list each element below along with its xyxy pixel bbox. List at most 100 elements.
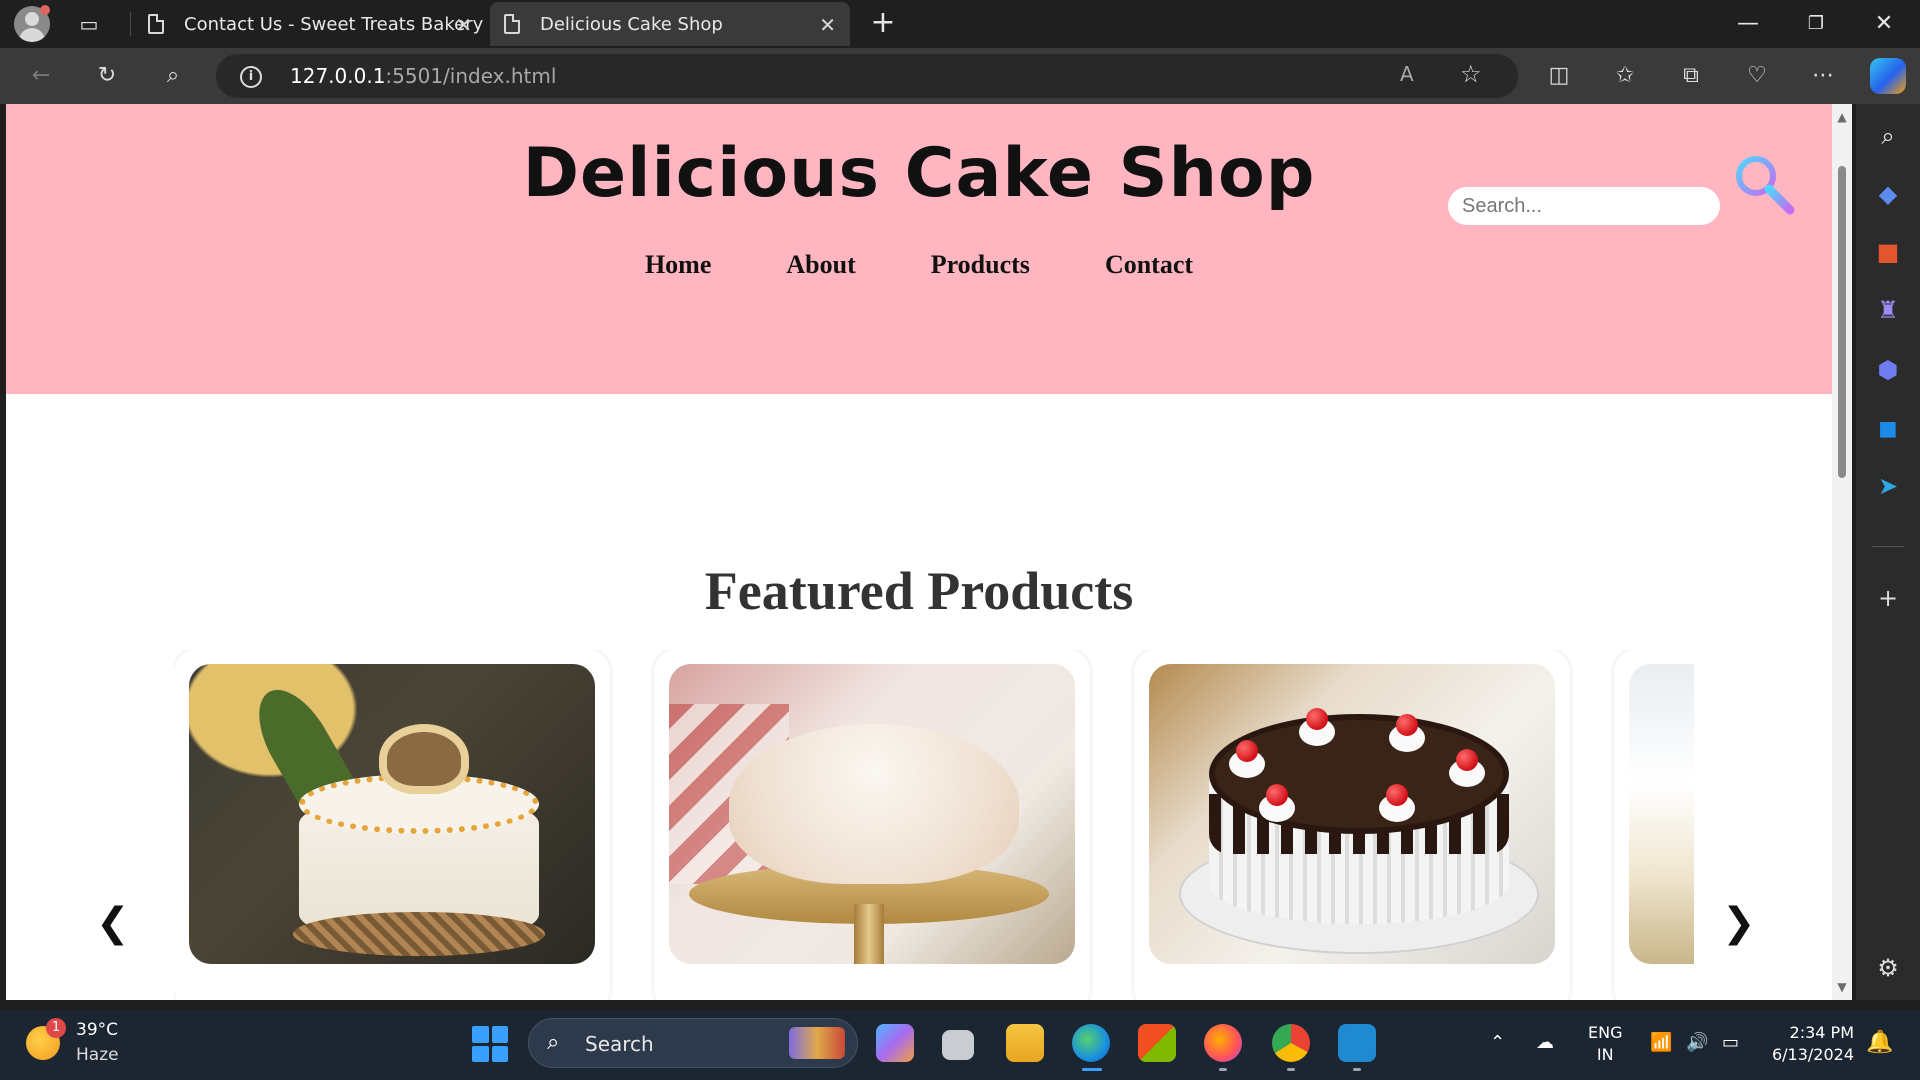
sidebar-settings-icon[interactable]: ⚙ [1874,954,1902,982]
search-magnifier-icon[interactable] [1732,152,1796,216]
nav-about[interactable]: About [786,250,855,280]
search-highlight-art-icon [789,1027,845,1059]
search-icon[interactable]: ⌕ [156,60,190,92]
product-image-coconut-cake[interactable] [669,664,1075,964]
weather-desc[interactable]: Haze [76,1045,119,1065]
search-icon: ⌕ [547,1030,560,1055]
sidebar-add-icon[interactable]: + [1874,584,1902,612]
browser-essentials-icon[interactable]: ♡ [1740,60,1774,92]
product-image-partial-cake[interactable] [1629,664,1694,964]
product-card[interactable] [654,650,1090,1000]
close-window-button[interactable]: ✕ [1864,8,1904,40]
page-icon [504,14,520,34]
clock[interactable]: 2:34 PM 6/13/2024 [1770,1022,1854,1066]
sidebar-copilot-app-icon[interactable]: ⬢ [1874,356,1902,384]
tab-separator [130,12,131,36]
edge-active-indicator [1082,1068,1102,1071]
title-bar: ▭ Contact Us - Sweet Treats Bakery ✕ Del… [0,0,1920,48]
onedrive-icon[interactable]: ☁ [1536,1032,1554,1053]
split-screen-icon[interactable]: ◫ [1542,60,1576,92]
tab-actions-icon[interactable]: ▭ [72,10,106,38]
edge-sidebar: ⌕ ◆ ■ ♜ ⬢ ◼ ➤ + ⚙ [1856,104,1920,1000]
sidebar-tools-briefcase-icon[interactable]: ■ [1874,238,1902,266]
tab-title: Contact Us - Sweet Treats Bakery [184,13,484,35]
restore-button[interactable]: ❐ [1796,8,1836,40]
taskbar-search-label: Search [585,1032,654,1056]
page-icon [148,14,164,34]
language-line1: ENG [1588,1023,1623,1042]
site-search-input[interactable] [1448,187,1720,225]
edge-app-icon[interactable] [1072,1024,1110,1062]
site-header: Delicious Cake Shop Home About Products … [6,104,1832,394]
carousel-next-button[interactable]: ❯ [1722,900,1756,946]
weather-temp[interactable]: 39°C [76,1020,118,1040]
scroll-down-icon[interactable]: ▼ [1836,980,1848,994]
firefox-icon[interactable] [1204,1024,1242,1062]
scroll-thumb[interactable] [1838,166,1846,478]
sidebar-search-icon[interactable]: ⌕ [1874,122,1902,150]
browser-toolbar: ← ↻ ⌕ i 127.0.0.1:5501/index.html A ☆ ◫ … [0,48,1920,104]
scroll-up-icon[interactable]: ▲ [1836,110,1848,124]
address-bar[interactable]: i 127.0.0.1:5501/index.html A ☆ [216,54,1518,98]
wifi-icon[interactable]: 📶 [1650,1032,1672,1053]
sidebar-games-icon[interactable]: ♜ [1874,296,1902,324]
taskbar-search[interactable]: ⌕ Search [528,1018,858,1068]
url-host: 127.0.0.1 [290,64,386,88]
tab-title: Delicious Cake Shop [540,13,723,35]
site-info-icon[interactable]: i [240,66,262,88]
clock-date: 6/13/2024 [1771,1045,1854,1064]
page-scrollbar[interactable]: ▲ ▼ [1832,104,1852,1000]
sidebar-separator [1872,546,1904,547]
clock-time: 2:34 PM [1789,1023,1854,1042]
carousel-track [174,650,1694,1000]
weather-badge: 1 [46,1018,66,1038]
read-aloud-icon[interactable]: A [1400,62,1414,86]
vscode-running-indicator [1353,1068,1361,1071]
volume-icon[interactable]: 🔊 [1686,1032,1708,1053]
start-button[interactable] [472,1026,508,1062]
tab-contact-us[interactable]: Contact Us - Sweet Treats Bakery ✕ [134,2,486,46]
profile-notification-dot [40,5,50,15]
product-carousel: ❮ ❯ [6,650,1832,1000]
product-card[interactable] [174,650,610,1000]
chrome-running-indicator [1287,1068,1295,1071]
product-image-black-forest-cake[interactable] [1149,664,1555,964]
language-indicator[interactable]: ENG IN [1588,1022,1622,1066]
page-viewport: Delicious Cake Shop Home About Products … [6,104,1832,1000]
product-card[interactable] [1134,650,1570,1000]
favorite-star-icon[interactable]: ☆ [1460,60,1482,88]
product-card[interactable] [1614,650,1694,1000]
task-view-icon[interactable] [942,1030,974,1060]
microsoft-store-icon[interactable] [1138,1024,1176,1062]
minimize-button[interactable]: — [1728,8,1768,40]
sidebar-outlook-icon[interactable]: ◼ [1874,414,1902,442]
firefox-running-indicator [1219,1068,1227,1071]
notifications-bell-icon[interactable]: 🔔 [1866,1030,1893,1055]
new-tab-button[interactable]: + [866,6,900,40]
url-path: :5501/index.html [385,64,557,88]
collections-icon[interactable]: ⧉ [1674,60,1708,92]
close-tab-icon[interactable]: ✕ [455,13,472,37]
vscode-icon[interactable] [1338,1024,1376,1062]
product-image-pineapple-cake[interactable] [189,664,595,964]
url-text[interactable]: 127.0.0.1:5501/index.html [290,64,556,88]
sidebar-shopping-tag-icon[interactable]: ◆ [1874,180,1902,208]
sidebar-telegram-icon[interactable]: ➤ [1874,472,1902,500]
copilot-pre-app-icon[interactable] [876,1024,914,1062]
close-tab-icon[interactable]: ✕ [819,13,836,37]
more-menu-icon[interactable]: ⋯ [1806,60,1840,92]
show-hidden-icons-icon[interactable]: ⌃ [1490,1032,1505,1053]
refresh-icon[interactable]: ↻ [90,60,124,92]
chrome-icon[interactable] [1272,1024,1310,1062]
nav-products[interactable]: Products [931,250,1030,280]
copilot-icon[interactable] [1870,58,1906,94]
carousel-prev-button[interactable]: ❮ [96,900,130,946]
tab-delicious-cake-shop[interactable]: Delicious Cake Shop ✕ [490,2,850,46]
language-line2: IN [1596,1045,1614,1064]
nav-home[interactable]: Home [645,250,711,280]
favorites-icon[interactable]: ✩ [1608,60,1642,92]
battery-icon[interactable]: ▭ [1722,1032,1739,1053]
file-explorer-icon[interactable] [1006,1024,1044,1062]
back-icon[interactable]: ← [24,60,58,92]
nav-contact[interactable]: Contact [1105,250,1193,280]
